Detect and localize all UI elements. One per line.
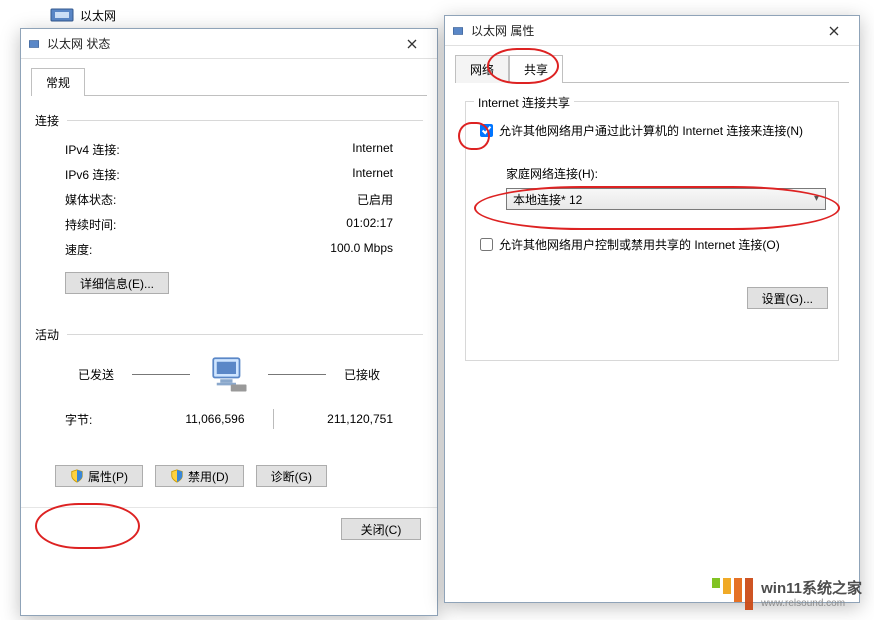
properties-button-label: 属性(P) — [88, 468, 128, 485]
details-button[interactable]: 详细信息(E)... — [65, 272, 169, 294]
tab-network[interactable]: 网络 — [455, 55, 509, 83]
disable-button-label: 禁用(D) — [188, 468, 229, 485]
home-network-label: 家庭网络连接(H): — [506, 165, 828, 182]
disable-button[interactable]: 禁用(D) — [155, 465, 244, 487]
status-row-label: IPv6 连接: — [65, 166, 185, 183]
allow-control-label: 允许其他网络用户控制或禁用共享的 Internet 连接(O) — [499, 236, 780, 253]
divider — [67, 120, 423, 121]
close-button[interactable] — [393, 32, 431, 56]
ethernet-icon — [27, 37, 41, 51]
ethernet-properties-dialog: 以太网 属性 网络 共享 Internet 连接共享 允许其他网络用户通过此计算… — [444, 15, 860, 603]
ethernet-status-dialog: 以太网 状态 常规 连接 IPv4 连接:InternetIPv6 连接:Int… — [20, 28, 438, 616]
activity-visual: 已发送 已接收 — [35, 353, 423, 395]
home-network-value: 本地连接* 12 — [513, 191, 582, 208]
status-tabs: 常规 — [21, 59, 437, 95]
group-connection-title: 连接 — [35, 112, 59, 129]
status-row-value: 已启用 — [185, 191, 413, 208]
close-button-footer[interactable]: 关闭(C) — [341, 518, 421, 540]
properties-button[interactable]: 属性(P) — [55, 465, 143, 487]
status-row: 持续时间:01:02:17 — [35, 212, 423, 237]
props-tabs: 网络 共享 — [445, 46, 859, 82]
chevron-down-icon: ▾ — [814, 193, 819, 204]
divider — [67, 334, 423, 335]
shield-icon — [70, 469, 84, 483]
status-titlebar[interactable]: 以太网 状态 — [21, 29, 437, 59]
diagnose-button[interactable]: 诊断(G) — [256, 465, 327, 487]
close-icon — [407, 39, 417, 49]
status-row-label: 媒体状态: — [65, 191, 185, 208]
status-row-value: Internet — [185, 141, 413, 158]
allow-sharing-checkbox[interactable] — [480, 124, 493, 137]
network-adapter-item[interactable]: 以太网 — [50, 0, 116, 30]
ethernet-icon — [50, 6, 74, 24]
recv-label: 已接收 — [344, 366, 380, 383]
allow-control-checkbox[interactable] — [480, 238, 493, 251]
sent-label: 已发送 — [78, 366, 114, 383]
network-adapter-label: 以太网 — [80, 7, 116, 24]
allow-sharing-label: 允许其他网络用户通过此计算机的 Internet 连接来连接(N) — [499, 122, 803, 139]
status-row-value: 100.0 Mbps — [185, 241, 413, 258]
ethernet-icon — [451, 24, 465, 38]
watermark: win11系统之家 www.relsound.com — [712, 576, 862, 610]
props-title: 以太网 属性 — [471, 22, 809, 39]
status-row-value: Internet — [185, 166, 413, 183]
bytes-sent: 11,066,596 — [125, 412, 273, 426]
bytes-recv: 211,120,751 — [274, 412, 414, 426]
status-row: IPv4 连接:Internet — [35, 137, 423, 162]
props-titlebar[interactable]: 以太网 属性 — [445, 16, 859, 46]
status-title: 以太网 状态 — [47, 35, 387, 52]
close-button[interactable] — [815, 19, 853, 43]
status-row-label: 速度: — [65, 241, 185, 258]
settings-button[interactable]: 设置(G)... — [747, 287, 828, 309]
home-network-select[interactable]: 本地连接* 12 ▾ — [506, 188, 826, 210]
tab-general[interactable]: 常规 — [31, 68, 85, 96]
status-row-value: 01:02:17 — [185, 216, 413, 233]
ics-legend: Internet 连接共享 — [474, 94, 574, 111]
shield-icon — [170, 469, 184, 483]
group-activity-title: 活动 — [35, 326, 59, 343]
tab-sharing[interactable]: 共享 — [509, 55, 563, 83]
watermark-logo — [712, 576, 753, 610]
watermark-url: www.relsound.com — [761, 598, 862, 609]
ics-group: Internet 连接共享 允许其他网络用户通过此计算机的 Internet 连… — [465, 101, 839, 361]
status-row: IPv6 连接:Internet — [35, 162, 423, 187]
bytes-label: 字节: — [65, 411, 125, 428]
status-row: 媒体状态:已启用 — [35, 187, 423, 212]
computer-icon — [208, 353, 250, 395]
status-row-label: IPv4 连接: — [65, 141, 185, 158]
status-row-label: 持续时间: — [65, 216, 185, 233]
watermark-title: win11系统之家 — [761, 577, 862, 598]
status-row: 速度:100.0 Mbps — [35, 237, 423, 262]
close-icon — [829, 26, 839, 36]
